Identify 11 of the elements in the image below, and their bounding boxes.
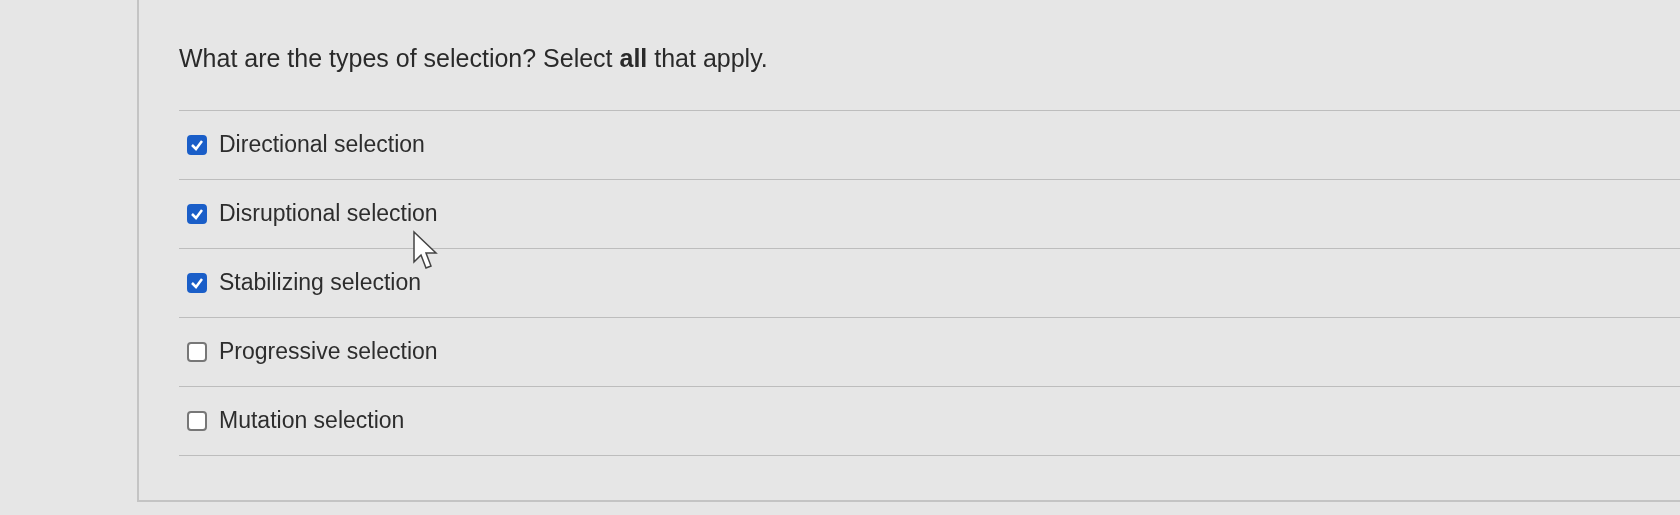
checkbox[interactable]	[187, 410, 207, 431]
checkbox[interactable]	[187, 203, 207, 224]
option-label[interactable]: Stabilizing selection	[219, 265, 421, 300]
checkbox[interactable]	[187, 341, 207, 362]
option-label[interactable]: Progressive selection	[219, 334, 438, 369]
checkbox[interactable]	[187, 134, 207, 155]
question-text: What are the types of selection? Select all that apply.	[179, 43, 769, 74]
option-label[interactable]: Disruptional selection	[219, 196, 438, 231]
checkbox[interactable]	[187, 272, 207, 293]
option-label[interactable]: Mutation selection	[219, 403, 405, 438]
option-label[interactable]: Directional selection	[219, 127, 425, 162]
